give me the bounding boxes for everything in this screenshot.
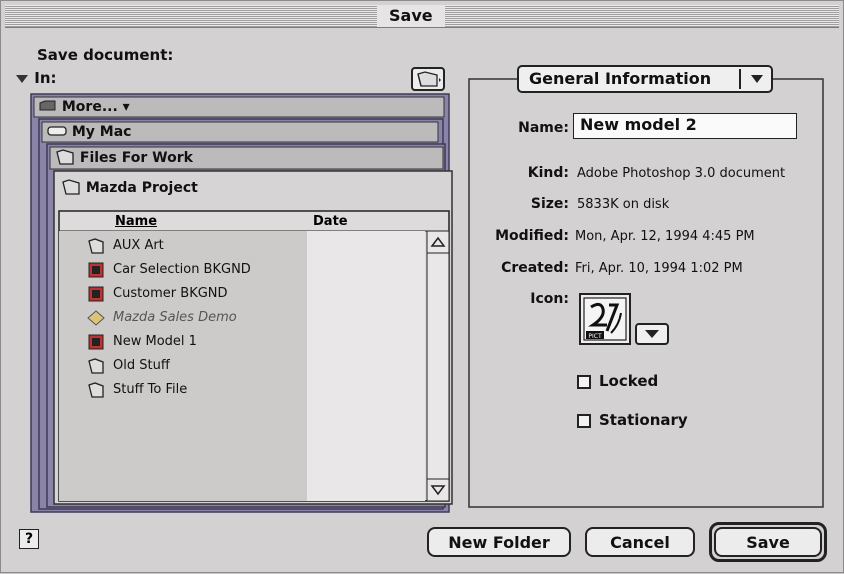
list-item[interactable]: Old Stuff [81, 355, 411, 377]
help-icon: ? [24, 531, 34, 547]
in-disclosure[interactable]: In: [15, 69, 57, 87]
stack-level-my-mac[interactable]: My Mac [47, 124, 131, 140]
locked-label: Locked [599, 372, 659, 390]
size-label: Size: [530, 196, 569, 212]
new-folder-button[interactable]: New Folder [427, 527, 571, 557]
file-list[interactable]: AUX Art Car Selection BKGND Customer BKG… [81, 231, 426, 501]
cancel-button[interactable]: Cancel [585, 527, 695, 557]
photoshop-doc-icon [88, 286, 104, 302]
chevron-down-icon [751, 75, 763, 83]
popup-divider [739, 69, 741, 89]
name-label: Name: [518, 120, 569, 136]
list-item[interactable]: Car Selection BKGND [81, 259, 411, 281]
icon-label: Icon: [530, 291, 569, 307]
photoshop-doc-icon [88, 334, 104, 350]
save-dialog: Save Save document: In: More... ▾ My Mac… [0, 0, 844, 573]
kind-value: Adobe Photoshop 3.0 document [577, 166, 786, 181]
hard-drive-icon [47, 126, 67, 136]
scroll-up-arrow-icon[interactable] [429, 234, 447, 250]
help-button[interactable]: ? [19, 529, 39, 549]
pict-file-icon[interactable]: PICT [579, 293, 631, 345]
list-item[interactable]: Customer BKGND [81, 283, 411, 305]
scroll-down-arrow-icon[interactable] [429, 482, 447, 498]
triangle-down-icon [16, 74, 28, 83]
photoshop-doc-icon [88, 262, 104, 278]
info-panel-title: General Information [529, 69, 712, 88]
column-header-date[interactable]: Date [313, 214, 348, 229]
list-item[interactable]: Mazda Sales Demo [81, 307, 411, 329]
save-button[interactable]: Save [714, 527, 822, 557]
folder-popup-button[interactable] [411, 67, 445, 91]
stack-level-more[interactable]: More... ▾ [39, 99, 130, 115]
created-value: Fri, Apr. 10, 1994 1:02 PM [575, 261, 743, 276]
stationary-label: Stationary [599, 411, 688, 429]
folder-icon [417, 71, 441, 87]
size-value: 5833K on disk [577, 197, 670, 212]
folder-icon [88, 358, 104, 374]
folder-icon [88, 238, 104, 254]
list-item[interactable]: New Model 1 [81, 331, 411, 353]
kind-label: Kind: [527, 165, 569, 181]
save-prompt: Save document: [37, 46, 174, 64]
name-field[interactable]: New model 2 [573, 113, 797, 139]
info-panel-popup[interactable]: General Information [517, 65, 773, 93]
alias-app-icon [87, 310, 105, 326]
in-label: In: [34, 69, 57, 87]
column-header-name[interactable]: Name [115, 214, 157, 229]
chevron-down-icon [645, 330, 659, 338]
modified-label: Modified: [495, 228, 569, 244]
pict-icon-text: PICT [588, 333, 602, 340]
stack-level-files-for-work[interactable]: Files For Work [55, 149, 193, 166]
list-item[interactable]: AUX Art [81, 235, 411, 257]
created-label: Created: [501, 260, 569, 276]
chevron-down-icon: ▾ [122, 99, 130, 115]
drawer-icon [39, 100, 56, 111]
list-item[interactable]: Stuff To File [81, 379, 411, 401]
folder-icon [56, 149, 74, 165]
open-folder-icon [62, 179, 80, 195]
locked-checkbox[interactable] [577, 375, 591, 389]
icon-popup-button[interactable] [635, 323, 669, 345]
stationary-checkbox[interactable] [577, 414, 591, 428]
modified-value: Mon, Apr. 12, 1994 4:45 PM [575, 229, 755, 244]
folder-icon [88, 382, 104, 398]
pict-icon: PICT [583, 297, 627, 341]
stack-level-mazda-project[interactable]: Mazda Project [61, 179, 198, 196]
